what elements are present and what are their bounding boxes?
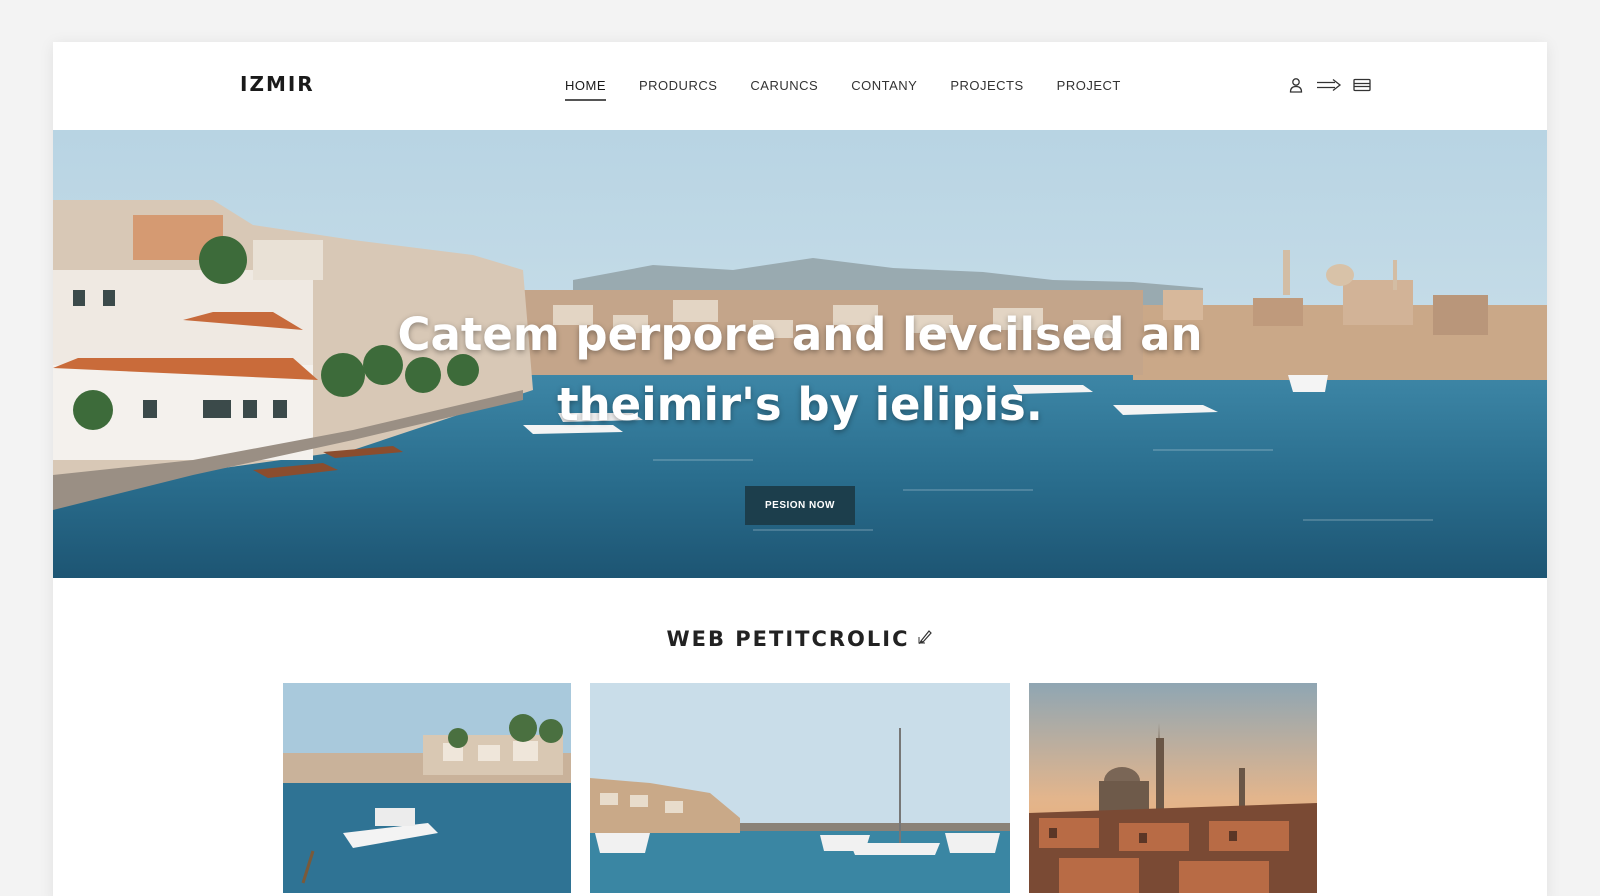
header-tools (1286, 75, 1372, 95)
nav-item-projects[interactable]: PROJECTS (950, 78, 1023, 101)
site-logo[interactable]: IZMIR (240, 72, 315, 96)
gallery-card-mosque-sunset[interactable] (1029, 683, 1317, 893)
card-icon[interactable] (1352, 75, 1372, 95)
section-title-text: WEB PETITCROLIC (666, 627, 910, 651)
site-header: IZMIR HOME PRODURCS CARUNCS CONTANY PROJ… (53, 42, 1547, 130)
nav-item-contany[interactable]: CONTANY (851, 78, 917, 101)
user-icon[interactable] (1286, 75, 1306, 95)
nav-item-produrcs[interactable]: PRODURCS (639, 78, 717, 101)
hero-cta-button[interactable]: PESION NOW (745, 486, 855, 525)
nav-item-project[interactable]: PROJECT (1057, 78, 1121, 101)
gallery-card-harbor[interactable] (283, 683, 571, 893)
arrow-right-icon[interactable] (1316, 75, 1342, 95)
page-frame: IZMIR HOME PRODURCS CARUNCS CONTANY PROJ… (53, 42, 1547, 896)
hero-title-line-2: theimir's by ielipis. (557, 378, 1043, 431)
pen-icon (918, 625, 934, 649)
gallery-card-marina[interactable] (590, 683, 1010, 893)
nav-item-home[interactable]: HOME (565, 78, 606, 101)
hero-title-line-1: Catem perpore and levcilsed an (397, 308, 1203, 361)
main-nav: HOME PRODURCS CARUNCS CONTANY PROJECTS P… (565, 78, 1154, 101)
section-title: WEB PETITCROLIC (53, 625, 1547, 651)
nav-item-caruncs[interactable]: CARUNCS (750, 78, 818, 101)
hero-banner: Catem perpore and levcilsed an theimir's… (53, 130, 1547, 578)
hero-title: Catem perpore and levcilsed an theimir's… (53, 300, 1547, 440)
